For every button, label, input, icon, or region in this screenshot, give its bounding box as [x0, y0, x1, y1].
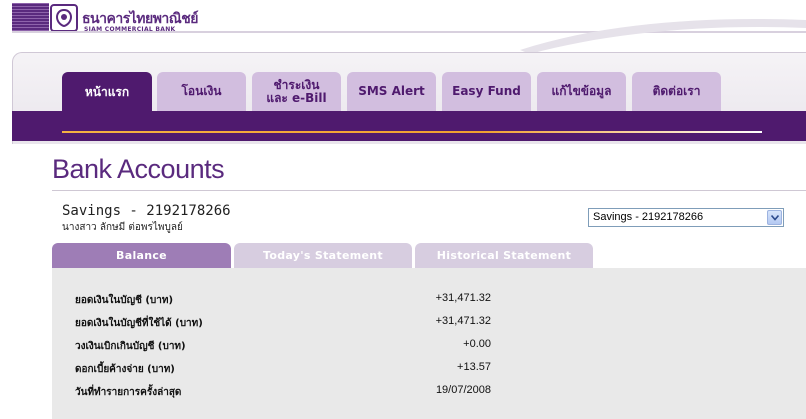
account-selector-value: Savings - 2192178266 [593, 211, 704, 223]
balance-row-label: วันที่ทำรายการครั้งล่าสุด [75, 387, 182, 398]
nav-accent-line [62, 131, 762, 133]
tab-transfer[interactable]: โอนเงิน [157, 72, 246, 111]
tab-home[interactable]: หน้าแรก [62, 72, 152, 112]
subtab-balance[interactable]: Balance [52, 243, 231, 268]
balance-row-label: ยอดเงินในบัญชีที่ใช้ได้ (บาท) [75, 318, 203, 329]
balance-row-label: วงเงินเบิกเกินบัญชี (บาท) [75, 341, 186, 352]
balance-row-value: +13.57 [457, 361, 491, 373]
balance-row-value: +31,471.32 [435, 315, 491, 327]
balance-row-value: +0.00 [463, 338, 491, 350]
subtab-label: Today's Statement [263, 249, 383, 262]
title-divider [52, 190, 806, 191]
balance-row-value: 19/07/2008 [435, 384, 491, 396]
tab-easy-fund[interactable]: Easy Fund [442, 72, 531, 111]
balance-row-label: ยอดเงินในบัญชี (บาท) [75, 295, 174, 306]
nav-bar [12, 111, 806, 141]
tab-label: แก้ไขข้อมูล [551, 84, 612, 98]
decorative-swoosh [520, 19, 806, 54]
tab-label: ติดต่อเรา [652, 84, 701, 98]
chevron-down-icon[interactable] [767, 210, 782, 225]
bank-logo-icon[interactable] [50, 4, 78, 32]
subtab-label: Balance [116, 249, 167, 262]
tab-sms-alert[interactable]: SMS Alert [347, 72, 436, 111]
account-number: Savings - 2192178266 [62, 203, 231, 219]
tab-edit-info[interactable]: แก้ไขข้อมูล [537, 72, 626, 111]
tab-label: SMS Alert [358, 84, 425, 98]
tab-contact-us[interactable]: ติดต่อเรา [632, 72, 721, 111]
header: ธนาคารไทยพาณิชย์ SIAM COMMERCIAL BANK [0, 0, 806, 54]
page-title: Bank Accounts [52, 154, 225, 184]
tab-label: Easy Fund [452, 84, 521, 98]
logo-stripes [12, 3, 49, 33]
subtab-todays-statement[interactable]: Today's Statement [234, 243, 412, 268]
tab-bill-payment[interactable]: ชำระเงิน และ e-Bill [252, 72, 341, 111]
subtab-label: Historical Statement [436, 249, 572, 262]
tab-label: ชำระเงิน และ e-Bill [266, 77, 327, 105]
tab-label: หน้าแรก [84, 84, 130, 99]
tab-label: โอนเงิน [181, 84, 222, 98]
account-selector[interactable]: Savings - 2192178266 [588, 208, 784, 227]
balance-row-value: +31,471.32 [435, 292, 491, 304]
account-holder-name: นางสาว ลักษมี ต่อพรไพบูลย์ [62, 222, 183, 233]
subtab-historical-statement[interactable]: Historical Statement [415, 243, 593, 268]
balance-row-label: ดอกเบี้ยค้างจ่าย (บาท) [75, 364, 175, 375]
